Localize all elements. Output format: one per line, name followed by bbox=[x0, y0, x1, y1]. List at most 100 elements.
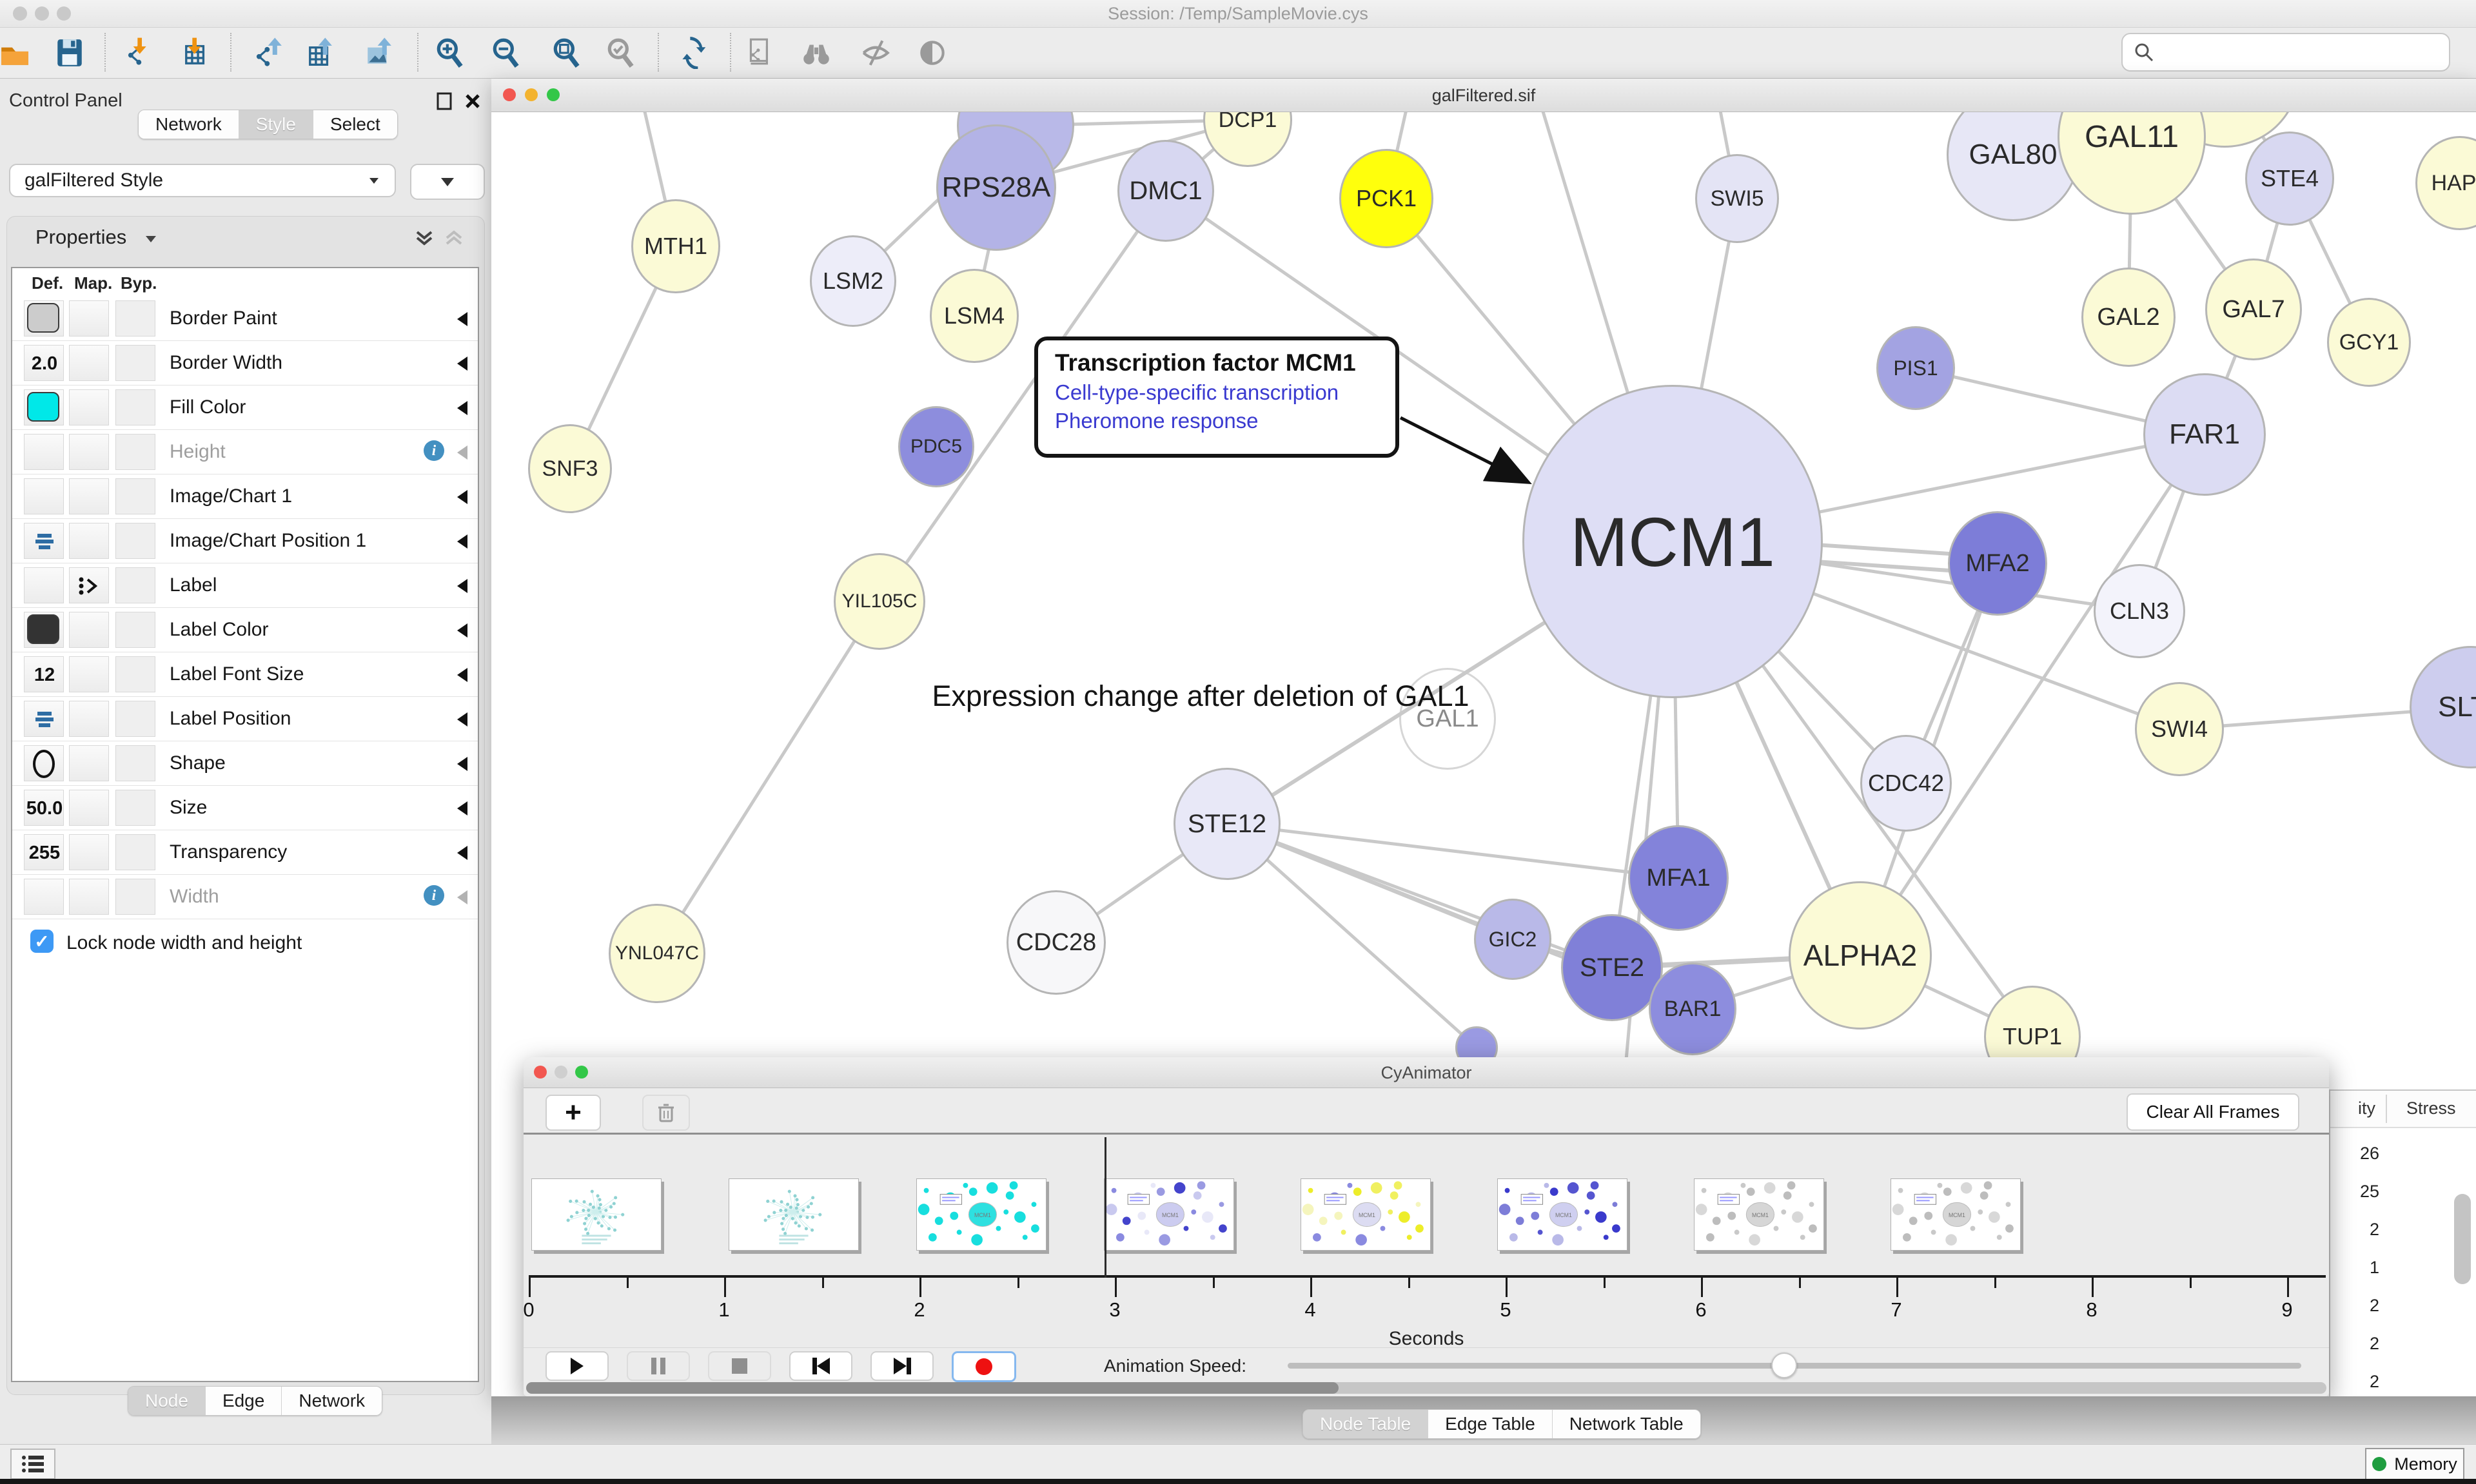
zoom-in-button[interactable] bbox=[429, 33, 471, 73]
session-save-button[interactable] bbox=[49, 33, 90, 73]
lock-size-checkbox[interactable]: ✓ bbox=[30, 930, 54, 953]
network-node-ynl047c[interactable]: YNL047C bbox=[609, 904, 705, 1003]
property-row[interactable]: Image/Chart 1 bbox=[12, 474, 478, 519]
export-image-button[interactable] bbox=[359, 33, 400, 73]
table-cell-value[interactable]: 26 bbox=[2329, 1144, 2379, 1164]
network-node-cln3[interactable]: CLN3 bbox=[2094, 564, 2185, 658]
record-button[interactable] bbox=[952, 1351, 1016, 1382]
network-node-swi4[interactable]: SWI4 bbox=[2135, 682, 2224, 776]
expand-row-icon[interactable] bbox=[457, 801, 467, 815]
tab-select[interactable]: Select bbox=[313, 110, 397, 139]
network-node-gal7[interactable]: GAL7 bbox=[2205, 259, 2302, 360]
hide-graphics-button[interactable] bbox=[855, 33, 896, 73]
table-cell-value[interactable]: 2 bbox=[2329, 1372, 2379, 1392]
network-node-gic2[interactable]: GIC2 bbox=[1474, 899, 1551, 980]
byp-cell[interactable] bbox=[115, 389, 155, 425]
map-cell[interactable] bbox=[69, 567, 109, 603]
network-node-rps28a[interactable]: RPS28A bbox=[936, 124, 1056, 251]
network-node-pis1[interactable]: PIS1 bbox=[1876, 326, 1955, 410]
property-row[interactable]: Height i bbox=[12, 430, 478, 474]
def-cell[interactable]: 255 bbox=[24, 834, 64, 870]
map-cell[interactable] bbox=[69, 879, 109, 915]
timeline-frame-3[interactable]: MCM1 bbox=[916, 1178, 1046, 1251]
def-cell[interactable] bbox=[24, 612, 64, 648]
network-node-pck1[interactable]: PCK1 bbox=[1339, 149, 1433, 248]
network-node-mth1[interactable]: MTH1 bbox=[631, 199, 720, 293]
property-row[interactable]: Width i bbox=[12, 875, 478, 919]
network-node-dmc1[interactable]: DMC1 bbox=[1117, 140, 1214, 242]
show-graphics-button[interactable] bbox=[912, 33, 953, 73]
default-swatch[interactable] bbox=[27, 303, 59, 333]
network-node-cdc42[interactable]: CDC42 bbox=[1860, 735, 1952, 832]
property-row[interactable]: 255 Transparency bbox=[12, 830, 478, 875]
clear-all-frames-button[interactable]: Clear All Frames bbox=[2127, 1093, 2299, 1131]
network-node-far1[interactable]: FAR1 bbox=[2143, 373, 2266, 496]
expand-row-icon[interactable] bbox=[457, 846, 467, 860]
timeline-frame-4[interactable]: MCM1 bbox=[1104, 1178, 1234, 1251]
map-cell[interactable] bbox=[69, 790, 109, 826]
network-node-swi5[interactable]: SWI5 bbox=[1695, 154, 1779, 243]
byp-cell[interactable] bbox=[115, 879, 155, 915]
cyanimator-timeline[interactable]: 0123456789MCM1MCM1MCM1MCM1MCM1MCM1 Secon… bbox=[524, 1135, 2329, 1347]
property-row[interactable]: 12 Label Font Size bbox=[12, 652, 478, 697]
network-node-snf3[interactable]: SNF3 bbox=[528, 424, 612, 513]
network-node-mfa2[interactable]: MFA2 bbox=[1948, 511, 2047, 616]
expand-row-icon[interactable] bbox=[457, 445, 467, 460]
network-node-lsm4[interactable]: LSM4 bbox=[930, 269, 1019, 363]
map-cell[interactable] bbox=[69, 345, 109, 381]
annotation-box[interactable]: Transcription factor MCM1 Cell-type-spec… bbox=[1034, 337, 1399, 458]
byp-cell[interactable] bbox=[115, 345, 155, 381]
byp-cell[interactable] bbox=[115, 790, 155, 826]
property-row[interactable]: 50.0 Size bbox=[12, 786, 478, 830]
def-cell[interactable] bbox=[24, 523, 64, 559]
search-binoculars-button[interactable] bbox=[796, 33, 837, 73]
timeline-frame-7[interactable]: MCM1 bbox=[1694, 1178, 1824, 1251]
tab-network-table[interactable]: Network Table bbox=[1553, 1410, 1700, 1438]
map-cell[interactable] bbox=[69, 701, 109, 737]
cyanimator-horizontal-scrollbar[interactable] bbox=[526, 1382, 2326, 1394]
expand-row-icon[interactable] bbox=[457, 401, 467, 415]
map-cell[interactable] bbox=[69, 834, 109, 870]
position-icon[interactable] bbox=[35, 710, 54, 728]
property-row[interactable]: Label bbox=[12, 563, 478, 608]
zoom-selected-button[interactable] bbox=[600, 33, 642, 73]
map-cell[interactable] bbox=[69, 478, 109, 514]
byp-cell[interactable] bbox=[115, 300, 155, 337]
def-cell[interactable] bbox=[24, 567, 64, 603]
default-value[interactable]: 12 bbox=[25, 657, 64, 693]
table-column-stress[interactable]: Stress bbox=[2406, 1098, 2456, 1118]
expand-row-icon[interactable] bbox=[457, 356, 467, 371]
byp-cell[interactable] bbox=[115, 478, 155, 514]
info-icon[interactable]: i bbox=[424, 885, 444, 906]
collapse-all-icon[interactable] bbox=[443, 227, 465, 249]
memory-button[interactable]: Memory bbox=[2365, 1448, 2464, 1480]
delete-frame-button[interactable] bbox=[642, 1095, 690, 1131]
expand-row-icon[interactable] bbox=[457, 712, 467, 727]
pause-button[interactable] bbox=[627, 1351, 690, 1381]
network-node-pdc5[interactable]: PDC5 bbox=[898, 406, 974, 487]
task-history-button[interactable] bbox=[10, 1449, 55, 1479]
def-cell[interactable] bbox=[24, 478, 64, 514]
network-duplicate-button[interactable] bbox=[740, 33, 781, 73]
expand-row-icon[interactable] bbox=[457, 890, 467, 904]
expand-row-icon[interactable] bbox=[457, 623, 467, 638]
byp-cell[interactable] bbox=[115, 434, 155, 470]
network-node-ste12[interactable]: STE12 bbox=[1174, 768, 1281, 880]
network-node-ste2[interactable]: STE2 bbox=[1561, 914, 1663, 1021]
tab-network[interactable]: Network bbox=[139, 110, 239, 139]
byp-cell[interactable] bbox=[115, 745, 155, 781]
expand-all-icon[interactable] bbox=[413, 227, 435, 249]
info-icon[interactable]: i bbox=[424, 440, 444, 461]
map-cell[interactable] bbox=[69, 389, 109, 425]
property-row[interactable]: Label Color bbox=[12, 608, 478, 652]
table-column-ity[interactable]: ity bbox=[2329, 1098, 2375, 1118]
stop-button[interactable] bbox=[708, 1351, 771, 1381]
map-cell[interactable] bbox=[69, 656, 109, 692]
tab-edge[interactable]: Edge bbox=[206, 1387, 282, 1415]
def-cell[interactable] bbox=[24, 701, 64, 737]
map-cell[interactable] bbox=[69, 745, 109, 781]
import-table-button[interactable] bbox=[176, 33, 217, 73]
network-node-lsm2[interactable]: LSM2 bbox=[810, 235, 896, 327]
export-table-button[interactable] bbox=[300, 33, 341, 73]
scrollbar-thumb[interactable] bbox=[526, 1382, 1339, 1394]
